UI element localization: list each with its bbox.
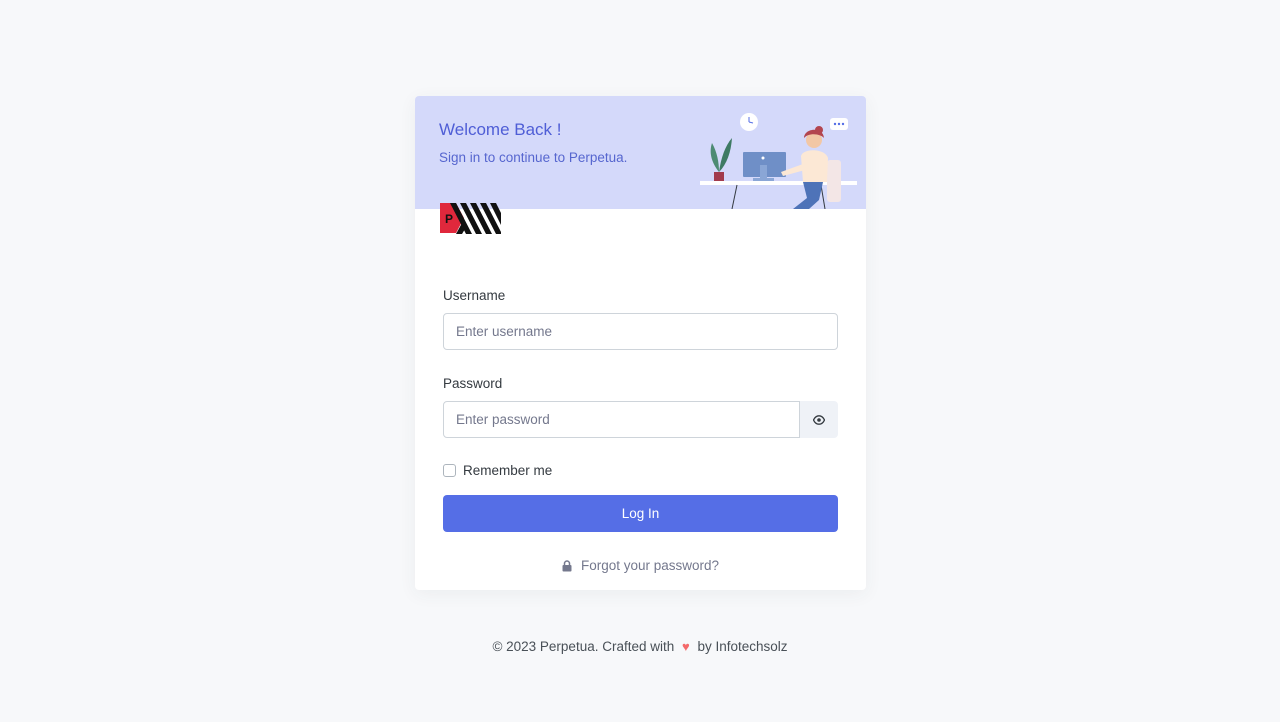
password-label: Password [443,376,503,391]
welcome-subtitle: Sign in to continue to Perpetua. [439,150,628,165]
forgot-password-label[interactable]: Forgot your password? [581,558,719,573]
login-card: Welcome Back ! Sign in to continue to Pe… [415,96,866,590]
eye-icon [813,414,825,425]
lock-icon [562,559,572,571]
forgot-password-link[interactable]: Forgot your password? [443,558,838,573]
remember-label[interactable]: Remember me [463,463,552,478]
password-input[interactable] [443,401,800,438]
footer-prefix: © 2023 Perpetua. Crafted with [492,639,675,654]
card-header: Welcome Back ! Sign in to continue to Pe… [415,96,866,209]
username-label: Username [443,288,506,303]
footer: © 2023 Perpetua. Crafted with ♥ by Infot… [0,639,1280,654]
login-button[interactable]: Log In [443,495,838,532]
welcome-title: Welcome Back ! [439,120,562,139]
username-input[interactable] [443,313,838,350]
logo-letter: P [445,212,453,226]
heart-icon: ♥ [682,639,690,654]
remember-me: Remember me [443,463,838,478]
password-group [443,401,838,438]
footer-suffix: by Infotechsolz [697,639,788,654]
office-illustration [700,113,857,209]
login-form: Username Password Remember me Log In [443,288,838,573]
toggle-password-button[interactable] [800,401,838,438]
perpetua-logo: P [440,203,501,234]
remember-checkbox[interactable] [443,464,456,477]
